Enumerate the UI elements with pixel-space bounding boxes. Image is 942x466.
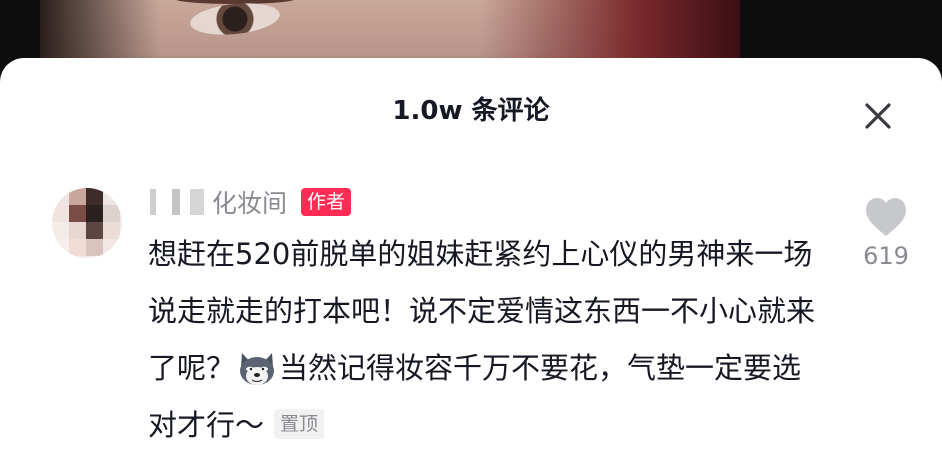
username-blurred-part <box>150 189 204 215</box>
like-count: 619 <box>863 242 909 270</box>
username-row[interactable]: 化妆间 作者 <box>150 184 352 220</box>
comment-item: 化妆间 作者 想赶在520前脱单的姐妹赶紧约上心仪的男神来一场说走就走的打本吧！… <box>0 178 942 466</box>
author-badge: 作者 <box>301 188 352 216</box>
screen: 1.0w 条评论 化妆间 作者 想赶在520前脱单的姐妹赶紧约上心仪的男神来一场… <box>0 0 942 466</box>
dog-emoji-icon <box>237 349 277 385</box>
comment-text[interactable]: 想赶在520前脱单的姐妹赶紧约上心仪的男神来一场说走就走的打本吧！说不定爱情这东… <box>148 226 828 454</box>
heart-icon[interactable] <box>863 196 909 238</box>
pinned-tag: 置顶 <box>274 409 325 439</box>
comment-sheet: 1.0w 条评论 化妆间 作者 想赶在520前脱单的姐妹赶紧约上心仪的男神来一场… <box>0 58 942 466</box>
avatar[interactable] <box>52 188 122 258</box>
username: 化妆间 <box>212 189 288 218</box>
like-control[interactable]: 619 <box>856 196 916 270</box>
comment-count-title: 1.0w 条评论 <box>392 96 550 126</box>
video-eye-region <box>188 0 282 39</box>
close-button[interactable] <box>858 96 898 136</box>
close-icon <box>865 103 891 129</box>
